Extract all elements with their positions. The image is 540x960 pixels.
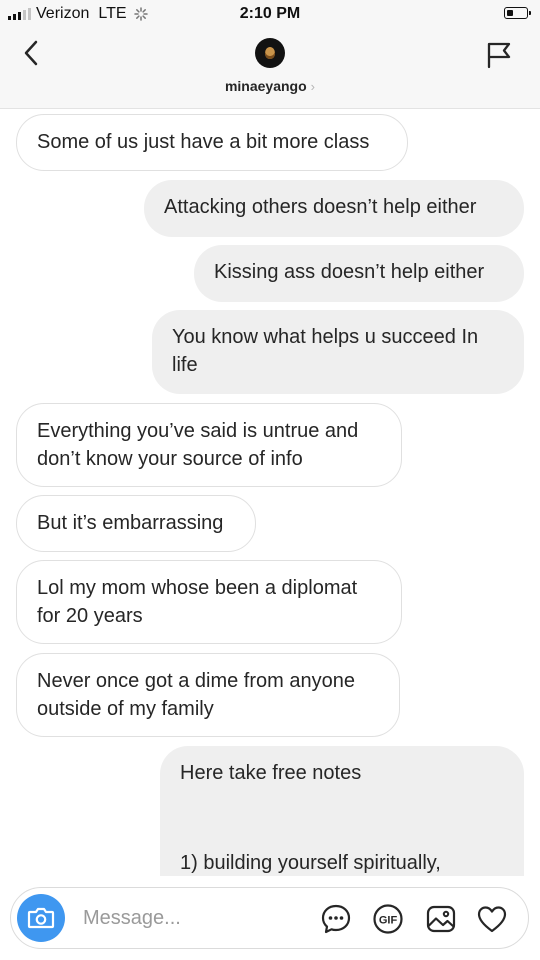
chat-username[interactable]: minaeyango ›	[0, 78, 540, 94]
gallery-icon[interactable]	[425, 903, 457, 935]
battery-icon	[504, 7, 531, 19]
avatar[interactable]	[255, 38, 285, 68]
chat-header: minaeyango ›	[0, 30, 540, 109]
camera-icon	[27, 907, 55, 929]
message-text: Everything you’ve said is untrue and don…	[37, 420, 359, 470]
message-bubble-outgoing[interactable]: Kissing ass doesn’t help either	[194, 245, 524, 302]
message-text: Here take free notes	[180, 762, 362, 784]
username-text[interactable]: minaeyango	[225, 78, 307, 94]
message-text: Attacking others doesn’t help either	[164, 196, 477, 218]
message-bubble-outgoing[interactable]: Here take free notes 1) building yoursel…	[160, 746, 524, 876]
message-text: Kissing ass doesn’t help either	[214, 261, 485, 283]
camera-button[interactable]	[17, 894, 65, 942]
gif-label: GIF	[379, 915, 398, 927]
message-text: Lol my mom whose been a diplomat for 20 …	[37, 577, 358, 627]
chevron-right-icon: ›	[310, 79, 316, 94]
message-bubble-outgoing[interactable]: You know what helps u succeed In life	[152, 310, 524, 394]
message-text: Some of us just have a bit more class	[37, 131, 370, 153]
more-options-icon[interactable]	[320, 903, 352, 935]
flag-icon[interactable]	[484, 40, 514, 70]
message-text: You know what helps u succeed In life	[172, 326, 479, 376]
status-bar: Verizon LTE 2:10 PM	[0, 0, 540, 30]
status-time: 2:10 PM	[239, 5, 301, 22]
heart-icon[interactable]	[476, 903, 508, 935]
message-bubble-incoming[interactable]: Never once got a dime from anyone outsid…	[16, 653, 400, 737]
message-bubble-incoming[interactable]: Some of us just have a bit more class	[16, 114, 408, 171]
gif-icon[interactable]: GIF	[372, 903, 404, 935]
message-bubble-incoming[interactable]: Everything you’ve said is untrue and don…	[16, 403, 402, 487]
message-bubble-outgoing[interactable]: Attacking others doesn’t help either	[144, 180, 524, 237]
back-arrow-icon[interactable]	[18, 38, 46, 68]
message-input[interactable]	[83, 905, 303, 931]
message-text: Never once got a dime from anyone outsid…	[37, 670, 355, 720]
message-bubble-incoming[interactable]: But it’s embarrassing	[16, 495, 256, 552]
message-text: But it’s embarrassing	[37, 512, 224, 534]
message-text-continued: 1) building yourself spiritually,	[180, 852, 441, 874]
message-bubble-incoming[interactable]: Lol my mom whose been a diplomat for 20 …	[16, 560, 402, 644]
message-thread[interactable]: Some of us just have a bit more class At…	[0, 108, 540, 876]
message-composer: GIF	[10, 887, 529, 949]
